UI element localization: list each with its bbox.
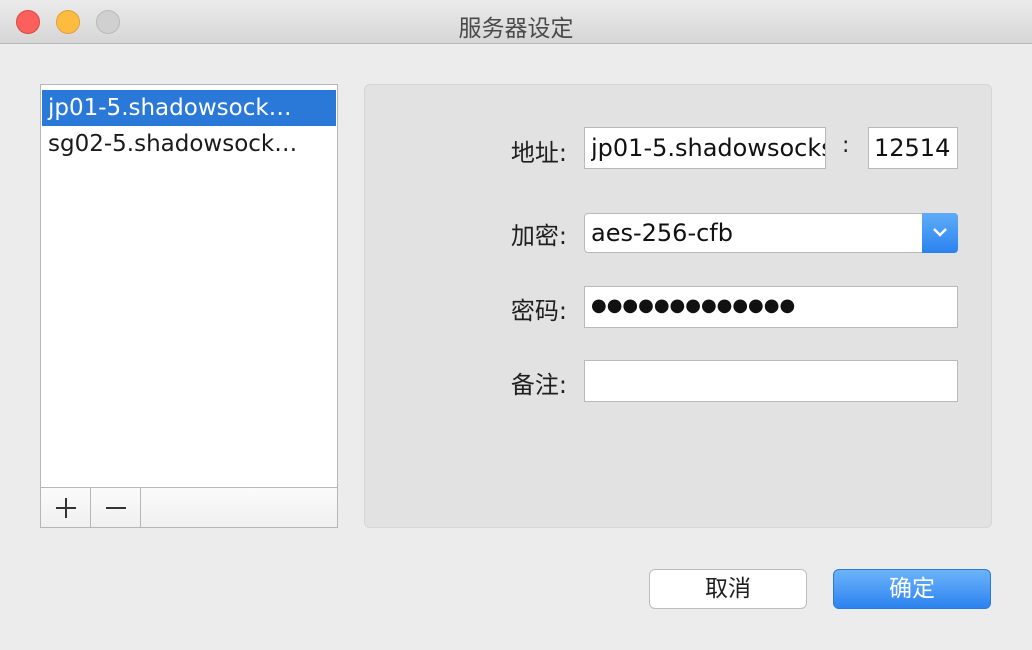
- ok-button[interactable]: 确定: [833, 569, 991, 609]
- plus-icon: [56, 498, 76, 518]
- remark-label: 备注:: [510, 371, 567, 399]
- title-bar[interactable]: 服务器设定: [0, 0, 1032, 44]
- encryption-selected-value: aes-256-cfb: [591, 219, 733, 247]
- encryption-label: 加密:: [510, 222, 567, 250]
- window-title: 服务器设定: [458, 16, 574, 42]
- server-settings-window: 服务器设定 jp01-5.shadowsock… sg02-5.shadowso…: [0, 0, 1032, 650]
- add-server-button[interactable]: [41, 488, 91, 527]
- server-list-toolbar: [41, 487, 337, 527]
- server-list[interactable]: jp01-5.shadowsock… sg02-5.shadowsock…: [40, 84, 338, 528]
- address-input[interactable]: [584, 127, 826, 169]
- server-list-item[interactable]: sg02-5.shadowsock…: [42, 126, 336, 162]
- remove-server-button[interactable]: [91, 488, 141, 527]
- encryption-dropdown-button[interactable]: [922, 213, 958, 253]
- encryption-select[interactable]: aes-256-cfb: [584, 213, 958, 253]
- chevron-down-icon: [933, 228, 947, 237]
- minus-icon: [106, 507, 126, 509]
- remark-input[interactable]: [584, 360, 958, 402]
- cancel-button[interactable]: 取消: [649, 569, 807, 609]
- port-input[interactable]: [868, 127, 958, 169]
- password-label: 密码:: [510, 297, 567, 325]
- port-separator: :: [842, 133, 850, 158]
- password-input[interactable]: ●●●●●●●●●●●●●: [584, 286, 958, 328]
- password-mask: ●●●●●●●●●●●●●: [591, 295, 796, 316]
- server-detail-panel: 地址: : 加密: aes-256-cfb 密码: ●●●●●●●●●●●●● …: [364, 84, 992, 528]
- address-label: 地址:: [510, 139, 567, 167]
- server-list-item[interactable]: jp01-5.shadowsock…: [42, 90, 336, 126]
